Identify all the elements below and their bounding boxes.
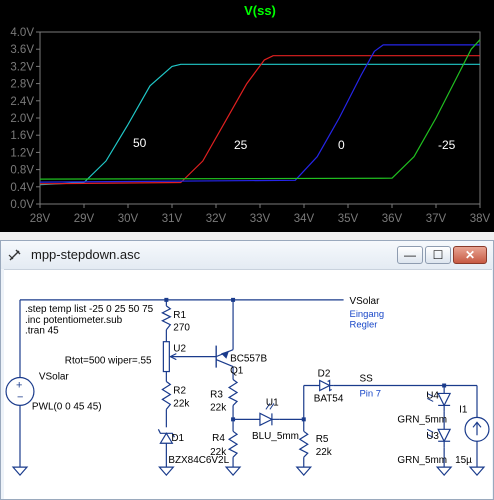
series-label-50: 50 <box>133 136 147 150</box>
u4-name[interactable]: U4 <box>426 390 439 401</box>
ground-icon <box>295 466 313 477</box>
u3-led-symbol[interactable] <box>437 428 452 443</box>
ground-icon <box>158 466 175 477</box>
r5-resistor-symbol[interactable] <box>298 430 309 458</box>
r5-name[interactable]: R5 <box>316 434 329 445</box>
vsolar-plus-icon: + <box>16 379 22 391</box>
u2-potentiometer-symbol[interactable] <box>162 341 170 373</box>
r4-value[interactable]: 22k <box>210 447 226 458</box>
x-tick-label: 30V <box>118 213 139 225</box>
ground-icon <box>468 466 486 477</box>
y-tick-label: 0.4V <box>10 182 34 194</box>
close-icon: ✕ <box>464 248 476 262</box>
d2-schottky-diode-symbol[interactable] <box>319 379 331 392</box>
vsolar-name[interactable]: VSolar <box>39 372 70 383</box>
x-tick-label: 35V <box>338 213 359 225</box>
d2-value[interactable]: BAT54 <box>314 393 344 404</box>
u2-name[interactable]: U2 <box>173 344 186 355</box>
net-comment-pin7: Pin 7 <box>360 388 382 399</box>
r5-value[interactable]: 22k <box>316 447 332 458</box>
q1-value[interactable]: BC557B <box>230 354 267 365</box>
minimize-button[interactable]: — <box>397 246 423 264</box>
u4-value[interactable]: GRN_5mm <box>397 414 447 425</box>
r3-value[interactable]: 22k <box>210 402 226 413</box>
x-tick-label: 36V <box>382 213 403 225</box>
net-label-vsolar[interactable]: VSolar <box>350 296 381 307</box>
x-tick-label: 38V <box>470 213 491 225</box>
series-label-0: 0 <box>338 138 345 152</box>
y-tick-label: 2.0V <box>10 113 34 125</box>
directive-step[interactable]: .step temp list -25 0 25 50 75 <box>25 304 154 315</box>
ground-icon <box>435 466 453 477</box>
close-button[interactable]: ✕ <box>453 246 487 264</box>
schematic-window[interactable]: mpp-stepdown.asc — ☐ ✕ + − .step temp li… <box>0 240 494 500</box>
schematic-canvas[interactable]: + − .step temp list -25 0 25 50 75 .inc … <box>4 269 492 499</box>
series-label-minus25: -25 <box>438 138 456 152</box>
x-tick-label: 37V <box>426 213 447 225</box>
r2-name[interactable]: R2 <box>173 385 186 396</box>
window-title: mpp-stepdown.asc <box>31 247 141 262</box>
y-tick-label: 4.0V <box>10 27 34 39</box>
y-tick-label: 3.2V <box>10 61 34 73</box>
maximize-button[interactable]: ☐ <box>425 246 451 264</box>
ground-icon <box>11 466 29 477</box>
u2-value[interactable]: Rtot=500 wiper=.55 <box>65 356 152 367</box>
y-tick-label: 2.4V <box>10 96 34 108</box>
vsolar-value[interactable]: PWL(0 0 45 45) <box>32 401 102 412</box>
vsolar-minus-icon: − <box>17 391 23 403</box>
d2-name[interactable]: D2 <box>318 369 331 380</box>
y-tick-label: 2.8V <box>10 79 34 91</box>
plot-background <box>0 0 494 232</box>
r3-resistor-symbol[interactable] <box>227 379 239 406</box>
net-label-ss[interactable]: SS <box>360 374 374 385</box>
y-tick-label: 3.6V <box>10 44 34 56</box>
q1-name[interactable]: Q1 <box>230 366 244 377</box>
minimize-icon: — <box>404 248 416 262</box>
u1-value[interactable]: BLU_5mm <box>252 431 299 442</box>
r4-name[interactable]: R4 <box>212 433 225 444</box>
u1-led-symbol[interactable] <box>259 412 274 427</box>
r2-value[interactable]: 22k <box>173 398 189 409</box>
y-tick-label: 1.6V <box>10 130 34 142</box>
q1-emitter-arrow <box>221 350 230 359</box>
i1-name[interactable]: I1 <box>459 404 468 415</box>
series-label-25: 25 <box>234 138 248 152</box>
junction-dots <box>164 297 447 422</box>
y-tick-label: 0.8V <box>10 165 34 177</box>
u4-led-symbol[interactable] <box>437 392 452 407</box>
y-tick-label: 1.2V <box>10 147 34 159</box>
ground-icon <box>224 466 242 477</box>
r1-name[interactable]: R1 <box>173 310 186 321</box>
x-tick-label: 28V <box>30 213 51 225</box>
waveform-plot[interactable]: V(ss) 0.0V 0.4V 0.8V 1.2V 1.6V 2.0V 2.4V 2.8V 3.… <box>0 0 494 232</box>
i1-value[interactable]: 15µ <box>455 455 472 466</box>
r3-name[interactable]: R3 <box>210 389 223 400</box>
plot-title: V(ss) <box>244 3 276 18</box>
u3-value[interactable]: GRN_5mm <box>397 455 447 466</box>
y-tick-label: 0.0V <box>10 199 34 211</box>
r2-resistor-symbol[interactable] <box>161 381 172 410</box>
x-tick-label: 32V <box>206 213 227 225</box>
x-tick-label: 31V <box>162 213 183 225</box>
maximize-icon: ☐ <box>432 248 444 262</box>
window-gap <box>0 232 494 240</box>
directive-include[interactable]: .inc potentiometer.sub <box>25 315 123 326</box>
directive-tran[interactable]: .tran 45 <box>25 326 59 337</box>
u3-name[interactable]: U3 <box>426 431 439 442</box>
r4-resistor-symbol[interactable] <box>227 430 239 458</box>
r1-value[interactable]: 270 <box>173 323 190 334</box>
x-tick-label: 34V <box>294 213 315 225</box>
u1-name[interactable]: U1 <box>266 397 279 408</box>
net-comment-eingang: Eingang <box>350 309 385 320</box>
x-tick-label: 33V <box>250 213 271 225</box>
r1-resistor-symbol[interactable] <box>161 305 172 331</box>
schematic-app-icon <box>8 249 21 261</box>
d1-name[interactable]: D1 <box>171 433 184 444</box>
x-tick-label: 29V <box>74 213 95 225</box>
title-bar[interactable]: mpp-stepdown.asc — ☐ ✕ <box>1 241 493 269</box>
net-comment-regler: Regler <box>350 320 378 331</box>
